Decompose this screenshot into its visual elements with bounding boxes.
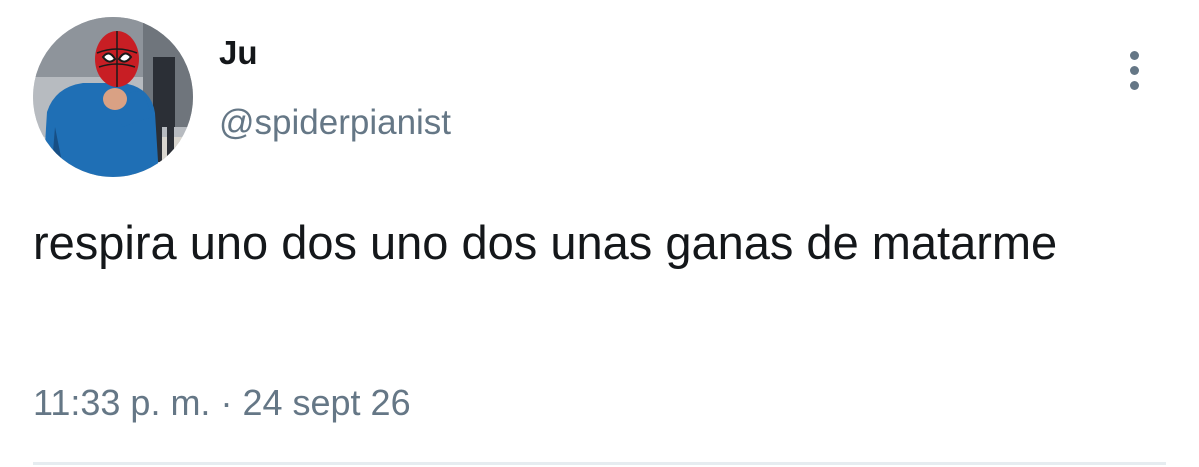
tweet-card: Ju @spiderpianist respira uno dos uno do… — [0, 0, 1199, 467]
tweet-time[interactable]: 11:33 p. m. — [33, 382, 210, 423]
tweet-date[interactable]: 24 sept 26 — [242, 382, 410, 423]
more-vertical-icon — [1129, 50, 1139, 60]
avatar[interactable] — [33, 17, 193, 177]
user-handle[interactable]: @spiderpianist — [219, 105, 451, 140]
divider — [33, 462, 1166, 465]
avatar-photo-icon — [33, 17, 193, 177]
more-vertical-icon-dot — [1129, 80, 1139, 90]
tweet-timestamp: 11:33 p. m. · 24 sept 26 — [33, 385, 411, 421]
tweet-text: respira uno dos uno dos unas ganas de ma… — [33, 216, 1058, 269]
more-options-button[interactable] — [1112, 46, 1156, 94]
more-vertical-icon-dot — [1129, 65, 1139, 75]
display-name[interactable]: Ju — [219, 36, 258, 69]
meta-separator: · — [220, 382, 233, 423]
